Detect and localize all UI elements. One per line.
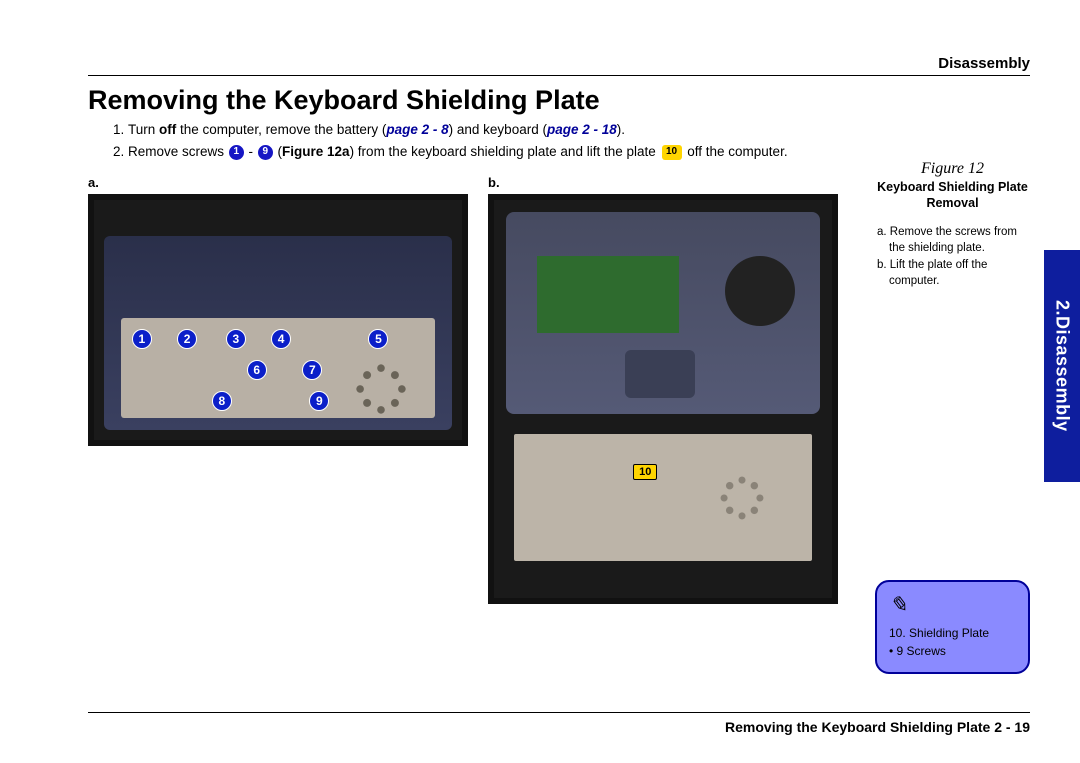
header-section: Disassembly — [938, 55, 1030, 72]
figure-a-wrap: a. 1 2 3 4 5 6 7 8 9 — [88, 175, 468, 604]
note-line-2: • 9 Screws — [889, 644, 1016, 658]
pencil-icon: ✎ — [889, 592, 1016, 618]
text: ) from the keyboard shielding plate and … — [350, 144, 660, 159]
text: - — [245, 144, 257, 159]
speaker-grille-icon — [352, 360, 410, 418]
callout-10: 10 — [662, 145, 682, 160]
text: ) and keyboard ( — [449, 122, 547, 137]
callout-1: 1 — [229, 145, 244, 160]
callout-10-on-plate: 10 — [633, 464, 657, 480]
figure-subtitle: Keyboard Shielding Plate Removal — [875, 180, 1030, 211]
laptop-body-a: 1 2 3 4 5 6 7 8 9 — [104, 236, 452, 430]
figure-a-label: a. — [88, 175, 468, 190]
figure-caption-sidebar: Figure 12 Keyboard Shielding Plate Remov… — [875, 160, 1030, 291]
bold-off: off — [159, 122, 176, 137]
text: ( — [274, 144, 282, 159]
laptop-body-b — [506, 212, 820, 414]
rule-bottom — [88, 712, 1030, 713]
motherboard-icon — [537, 256, 678, 333]
side-step-b: b. Lift the plate off the computer. — [877, 258, 1030, 289]
figure-number: Figure 12 — [875, 160, 1030, 178]
page-title: Removing the Keyboard Shielding Plate — [88, 85, 600, 116]
figure-b-label: b. — [488, 175, 838, 190]
text: Turn — [128, 122, 159, 137]
shielding-plate-b: 10 — [514, 434, 812, 561]
chapter-tab-label: 2.Disassembly — [1052, 300, 1073, 432]
chapter-tab: 2.Disassembly — [1044, 250, 1080, 482]
figure-b-wrap: b. 10 — [488, 175, 838, 604]
text: the computer, remove the battery ( — [176, 122, 386, 137]
text: ). — [617, 122, 625, 137]
figure-side-steps: a. Remove the screws from the shielding … — [875, 225, 1030, 289]
page-ref-keyboard[interactable]: page 2 - 18 — [547, 122, 617, 137]
touchpad-icon — [625, 350, 695, 398]
vent-grille-icon — [714, 470, 770, 526]
step-2: Remove screws 1 - 9 (Figure 12a) from th… — [128, 142, 860, 162]
step-1: Turn off the computer, remove the batter… — [128, 120, 860, 140]
figure-area: a. 1 2 3 4 5 6 7 8 9 b. — [88, 175, 838, 604]
screw-marker-3: 3 — [226, 329, 246, 349]
fan-icon — [725, 256, 795, 326]
page-ref-battery[interactable]: page 2 - 8 — [386, 122, 448, 137]
text: off the computer. — [684, 144, 788, 159]
rule-top — [88, 75, 1030, 76]
note-line-1: 10. Shielding Plate — [889, 626, 1016, 640]
side-step-a: a. Remove the screws from the shielding … — [877, 225, 1030, 256]
screw-marker-6: 6 — [247, 360, 267, 380]
callout-9: 9 — [258, 145, 273, 160]
figure-b-photo: 10 — [488, 194, 838, 604]
figure-ref: Figure 12a — [282, 144, 350, 159]
figure-a-photo: 1 2 3 4 5 6 7 8 9 — [88, 194, 468, 446]
note-box: ✎ 10. Shielding Plate • 9 Screws — [875, 580, 1030, 674]
instruction-steps: Turn off the computer, remove the batter… — [88, 120, 860, 163]
text: Remove screws — [128, 144, 228, 159]
page-footer: Removing the Keyboard Shielding Plate 2 … — [725, 719, 1030, 735]
